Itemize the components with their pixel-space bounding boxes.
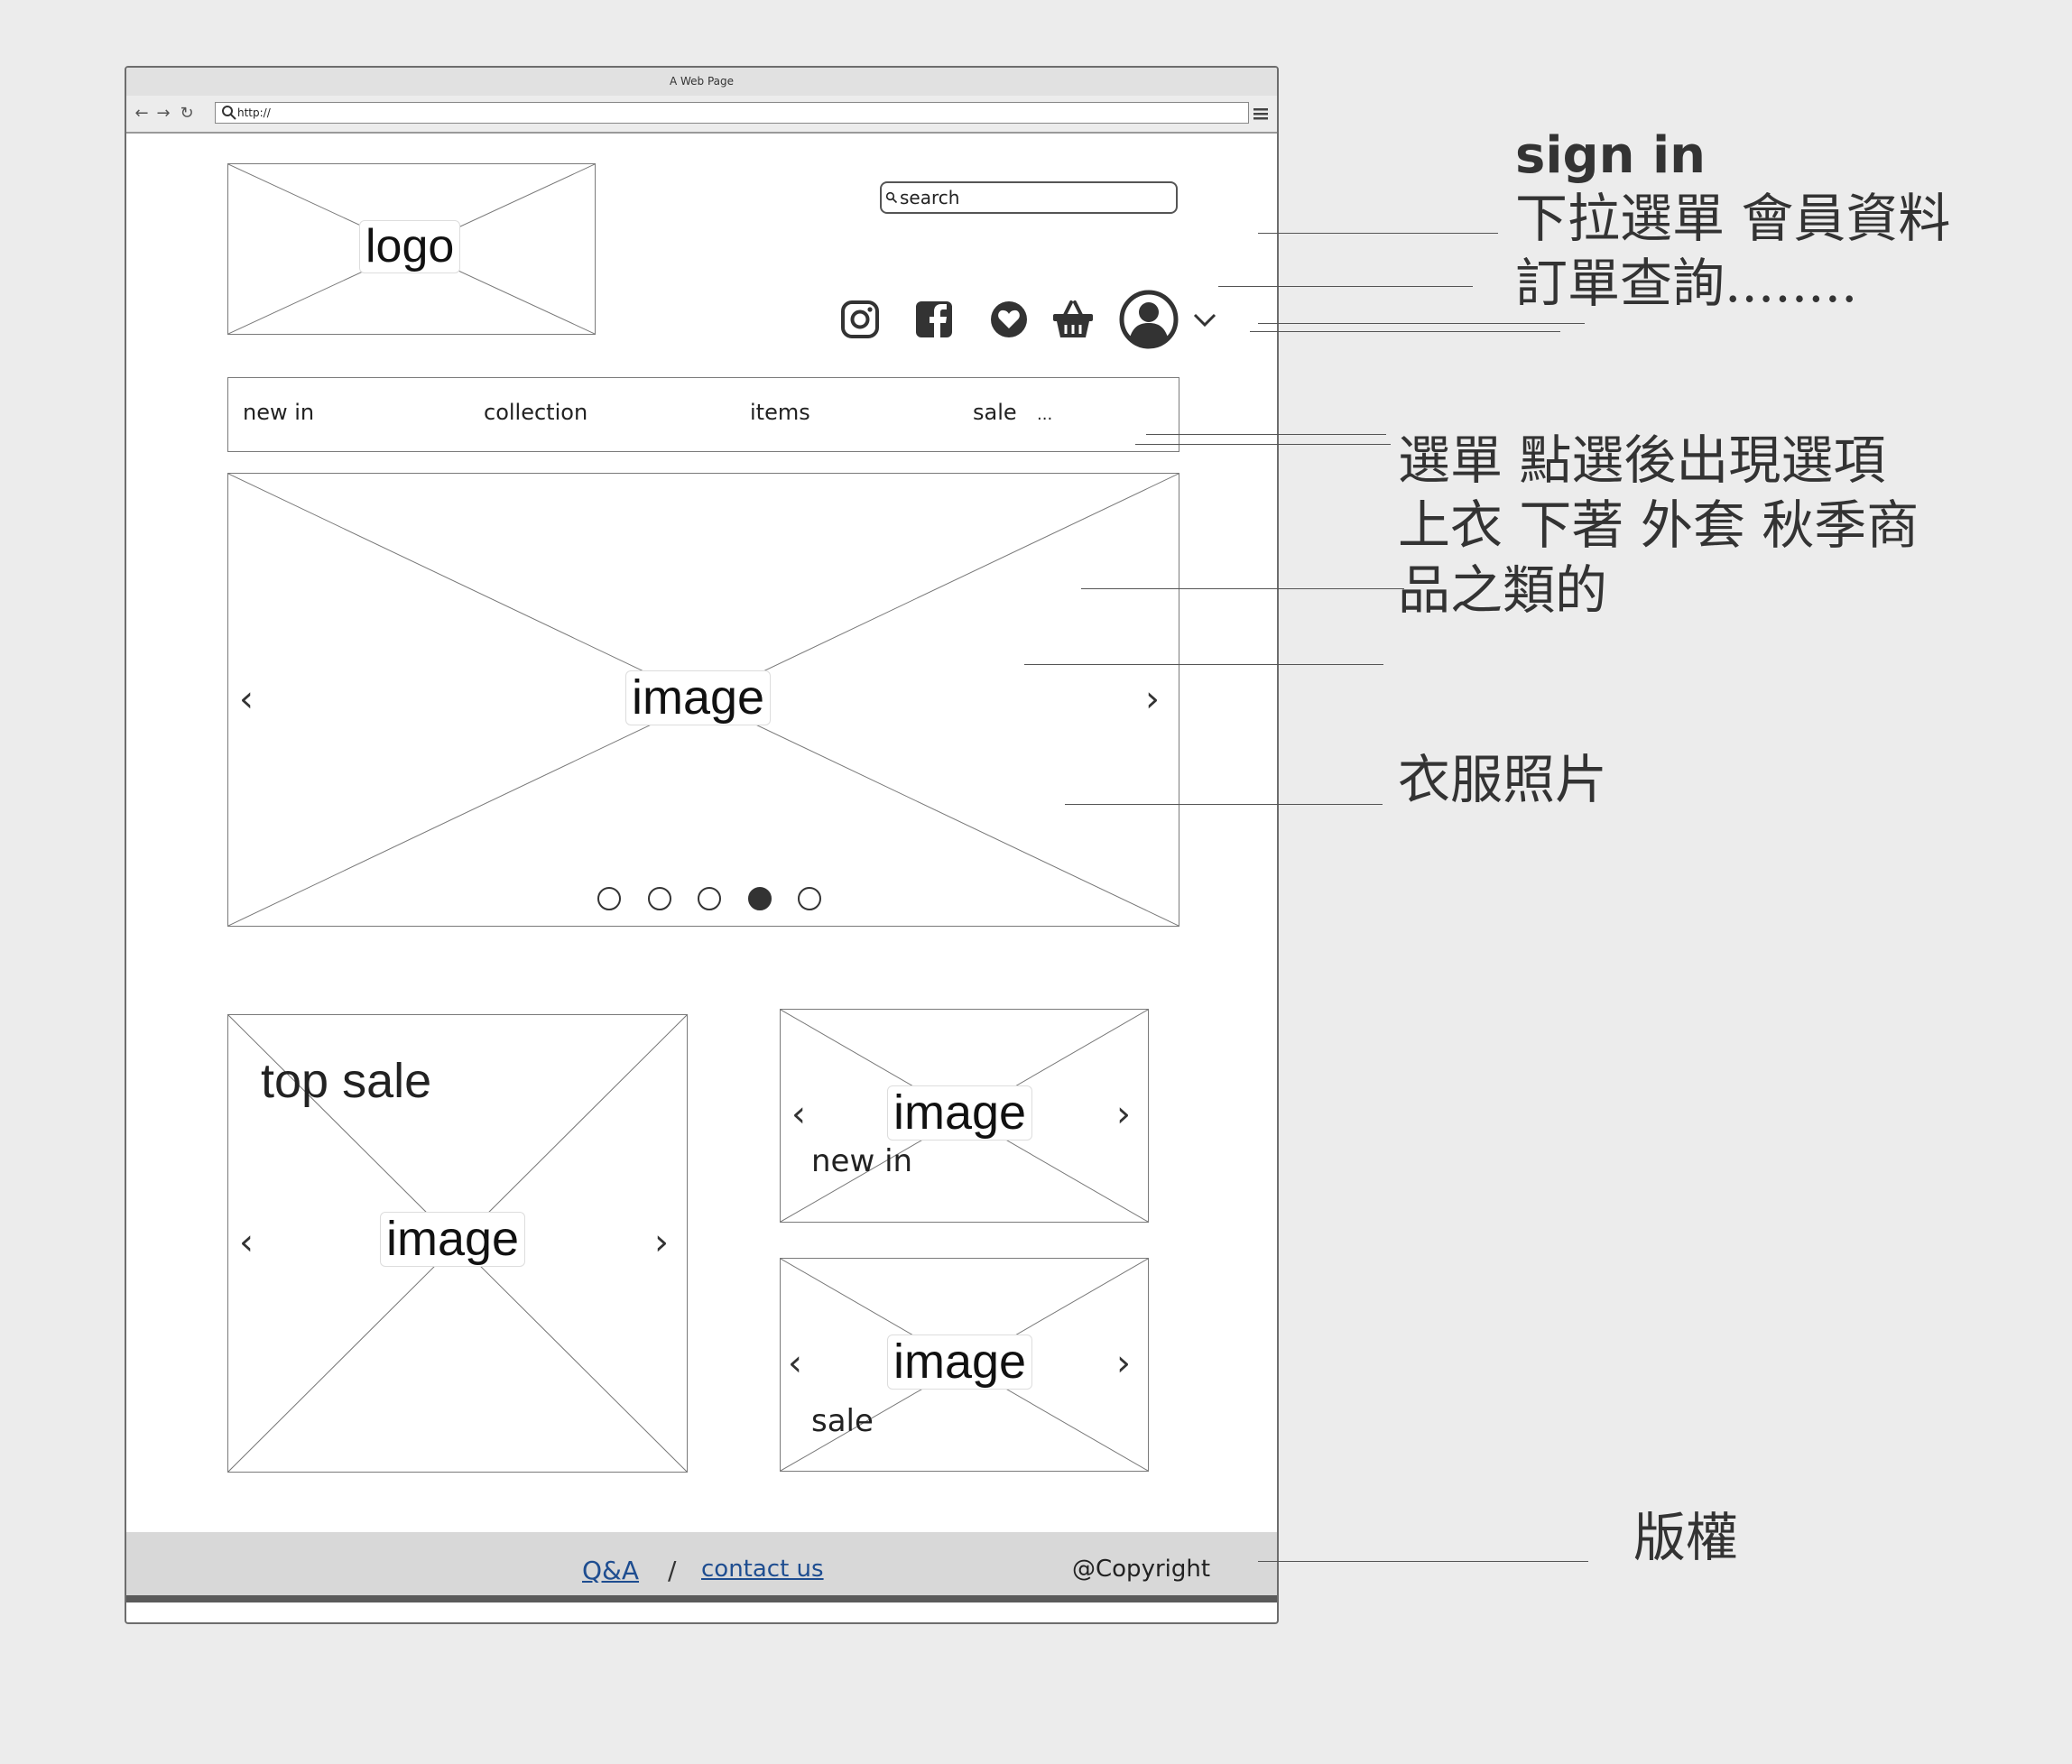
qa-link[interactable]: Q&A (582, 1556, 639, 1585)
new-in-image-label: image (887, 1085, 1033, 1141)
annotation-sign-in-line2: 訂單查詢........ (1515, 253, 1858, 314)
window-title: A Web Page (126, 68, 1277, 97)
annotation-line (1146, 434, 1386, 435)
browser-window: A Web Page ← → ↻ http:// logo search new… (125, 66, 1279, 1624)
top-sale-title: top sale (261, 1054, 432, 1108)
annotation-line (1258, 233, 1498, 234)
annotation-line (1135, 444, 1391, 445)
annotation-copyright: 版權 (1633, 1507, 1739, 1568)
search-input[interactable]: search (880, 181, 1178, 214)
footer: Q&A / contact us @Copyright (126, 1532, 1277, 1602)
refresh-icon[interactable]: ↻ (177, 101, 197, 126)
annotation-line (1218, 286, 1473, 287)
menu-item-items[interactable]: items (750, 400, 810, 425)
footer-separator: / (668, 1556, 677, 1585)
copyright-text: @Copyright (1072, 1556, 1211, 1583)
browser-toolbar: ← → ↻ http:// (126, 96, 1277, 134)
new-in-tile[interactable]: image new in ‹ › (780, 1009, 1149, 1223)
annotation-line (1258, 1561, 1588, 1562)
search-icon (222, 106, 236, 120)
top-sale-image-label: image (380, 1212, 526, 1268)
annotation-line (1258, 323, 1585, 324)
menu-item-more[interactable]: ... (1037, 405, 1052, 424)
url-bar[interactable]: http:// (215, 102, 1249, 124)
annotation-menu-line1: 選單 點選後出現選項 (1398, 429, 1886, 491)
search-placeholder: search (900, 187, 960, 208)
carousel-dot-5[interactable] (798, 887, 821, 910)
annotation-sign-in-line1: 下拉選單 會員資料 (1515, 188, 1951, 249)
logo-label: logo (359, 220, 461, 274)
carousel-dot-3[interactable] (698, 887, 721, 910)
annotation-menu-line3: 品之類的 (1398, 559, 1608, 621)
annotation-menu-line2: 上衣 下著 外套 秋季商 (1398, 494, 1919, 556)
user-icon[interactable] (1119, 290, 1179, 349)
top-sale-prev-icon[interactable]: ‹ (239, 1224, 254, 1261)
contact-us-link[interactable]: contact us (701, 1556, 824, 1583)
search-icon (885, 191, 898, 204)
back-icon[interactable]: ← (132, 101, 152, 126)
sale-tile[interactable]: image sale ‹ › (780, 1258, 1149, 1472)
sale-caption: sale (811, 1403, 874, 1439)
hamburger-menu-icon[interactable] (1252, 105, 1270, 123)
new-in-prev-icon[interactable]: ‹ (791, 1096, 806, 1132)
hero-carousel: image ‹ › (227, 473, 1179, 927)
annotation-sign-in-title: sign in (1515, 126, 1707, 185)
menu-item-collection[interactable]: collection (484, 400, 587, 425)
sale-image-label: image (887, 1335, 1033, 1390)
top-sale-next-icon[interactable]: › (654, 1224, 669, 1261)
annotation-line (1024, 664, 1383, 665)
heart-icon[interactable] (988, 299, 1030, 340)
hero-next-icon[interactable]: › (1145, 681, 1160, 717)
instagram-icon[interactable] (839, 299, 881, 340)
facebook-icon[interactable] (913, 299, 955, 340)
annotation-line (1081, 588, 1404, 589)
hero-image-label: image (625, 670, 772, 726)
new-in-caption: new in (811, 1143, 913, 1179)
carousel-dot-4[interactable] (748, 887, 772, 910)
carousel-dot-1[interactable] (597, 887, 621, 910)
new-in-next-icon[interactable]: › (1116, 1096, 1131, 1132)
chevron-down-icon[interactable] (1191, 306, 1218, 333)
sale-prev-icon[interactable]: ‹ (788, 1345, 802, 1381)
main-menu: new in collection items sale ... (227, 377, 1179, 452)
logo[interactable]: logo (227, 163, 596, 335)
annotation-photo: 衣服照片 (1398, 749, 1608, 810)
url-text: http:// (237, 106, 271, 119)
annotation-line (1250, 331, 1560, 332)
menu-item-new-in[interactable]: new in (243, 400, 314, 425)
annotation-line (1065, 804, 1383, 805)
sale-next-icon[interactable]: › (1116, 1345, 1131, 1381)
hero-prev-icon[interactable]: ‹ (239, 681, 254, 717)
top-sale-tile[interactable]: top sale image ‹ › (227, 1014, 688, 1473)
forward-icon[interactable]: → (153, 101, 173, 126)
carousel-dot-2[interactable] (648, 887, 671, 910)
menu-item-sale[interactable]: sale (973, 400, 1017, 425)
basket-icon[interactable] (1050, 297, 1096, 342)
